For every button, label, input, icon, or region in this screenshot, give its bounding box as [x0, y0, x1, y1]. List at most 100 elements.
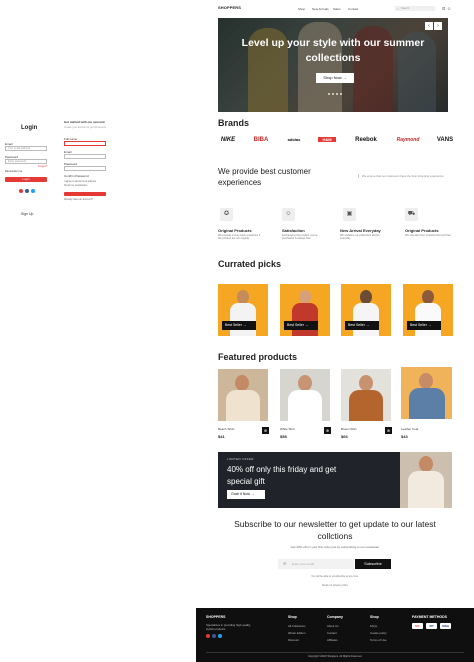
privacy-link[interactable]: Read our privacy policy	[315, 584, 355, 588]
carousel-dot[interactable]	[332, 93, 334, 95]
search-icon: ⌕	[397, 7, 399, 11]
paypal-icon: PP	[426, 623, 437, 629]
facebook-icon[interactable]	[25, 189, 29, 193]
feature-title: New Arrival Everyday	[340, 228, 381, 233]
feature-title: Satisfaction	[282, 228, 305, 233]
best-seller-tag[interactable]: Best Seller →	[345, 321, 379, 330]
carousel-dot[interactable]	[336, 93, 338, 95]
payment-title: PAYMENT METHODS	[412, 615, 448, 619]
feature-title: Original Products	[405, 228, 439, 233]
name-field[interactable]	[64, 141, 106, 146]
login-title: Login	[21, 125, 38, 131]
product-name[interactable]: Brown Shirt	[341, 427, 357, 431]
pick-card[interactable]: Best Seller →	[218, 284, 268, 336]
product-name[interactable]: Leather Coat	[401, 427, 418, 431]
product-image[interactable]	[401, 367, 452, 419]
site-logo[interactable]: SHOPPERS	[218, 5, 241, 10]
smile-icon: ☺	[282, 208, 295, 221]
footer-link[interactable]: Winter Edition	[288, 631, 305, 635]
best-seller-tag[interactable]: Best Seller →	[222, 321, 256, 330]
cart-icon[interactable]: ⊡	[442, 6, 445, 11]
nav-link-new-arrivals[interactable]: New Arrivals	[312, 7, 329, 11]
hero-next-button[interactable]: ›	[434, 22, 442, 30]
pick-card[interactable]: Best Seller →	[341, 284, 391, 336]
product-name[interactable]: Beach Tshirt	[218, 427, 234, 431]
footer-link[interactable]: Affiliates	[327, 638, 338, 642]
brand-vans[interactable]: VANS	[436, 137, 454, 143]
mastercard-icon: MC	[412, 623, 423, 629]
product-price: $58	[280, 434, 287, 439]
nav-link-contact[interactable]: Contact	[348, 7, 358, 11]
add-to-cart-icon[interactable]: ⊕	[385, 427, 392, 434]
brand-nike[interactable]: NIKE	[218, 137, 238, 143]
newsletter-note: You will be able to unsubscribe at any t…	[311, 575, 359, 578]
footer-link[interactable]: About Us	[327, 624, 339, 628]
signup-button[interactable]	[64, 192, 106, 196]
confirm-label: Confirm Password	[64, 174, 89, 178]
brands-title: Brands	[218, 118, 250, 128]
add-to-cart-icon[interactable]: ⊕	[262, 427, 269, 434]
add-to-cart-icon[interactable]: ⊕	[324, 427, 331, 434]
feature-title: Original Products	[218, 228, 252, 233]
footer-link[interactable]: FAQs	[370, 624, 377, 628]
signin-link[interactable]: Already have an account?	[64, 198, 93, 202]
box-icon: ▣	[343, 208, 356, 221]
best-seller-tag[interactable]: Best Seller →	[407, 321, 441, 330]
footer-link[interactable]: Contact	[327, 631, 337, 635]
brand-biba[interactable]: BIBA	[248, 137, 274, 143]
forgot-password-link[interactable]: Forgot?	[38, 165, 47, 168]
twitter-icon[interactable]	[31, 189, 35, 193]
brand-hm[interactable]: H&M	[318, 137, 336, 142]
nav-link-sales[interactable]: Sales	[333, 7, 341, 11]
footer-link[interactable]: Terms of Use	[370, 638, 386, 642]
signup-email-field[interactable]	[64, 154, 106, 159]
twitter-icon[interactable]	[218, 634, 222, 638]
facebook-icon[interactable]	[212, 634, 216, 638]
shop-now-button[interactable]: Shop Now →	[316, 73, 354, 83]
remember-me[interactable]: Remember me	[5, 170, 22, 173]
carousel-dot[interactable]	[340, 93, 342, 95]
login-email-field[interactable]: Your email address	[5, 146, 47, 151]
product-name[interactable]: White Shirt	[280, 427, 295, 431]
hero-title: Level up your style with our summer coll…	[241, 37, 425, 64]
google-icon[interactable]	[19, 189, 23, 193]
signup-password-field[interactable]	[64, 166, 106, 171]
product-image[interactable]	[341, 369, 391, 421]
search-input[interactable]: Search	[395, 6, 435, 11]
product-image[interactable]	[218, 369, 268, 421]
product-price: $41	[218, 434, 225, 439]
brand-reebok[interactable]: Reebok	[350, 137, 382, 143]
offer-banner: LIMITED OFFER 40% off only this friday a…	[218, 452, 452, 508]
carousel-dot[interactable]	[328, 93, 330, 95]
nav-link-shop[interactable]: Shop	[298, 7, 305, 11]
instagram-icon[interactable]	[206, 634, 210, 638]
mail-icon: ✉	[283, 561, 287, 566]
footer: SHOPPERS Specializes in providing high-q…	[196, 608, 474, 662]
newsletter-email-input[interactable]: Enter your email	[278, 559, 354, 569]
feature-desc: We updates our collections almost everyd…	[340, 234, 380, 241]
pick-card[interactable]: Best Seller →	[280, 284, 330, 336]
product-price: $43	[401, 434, 408, 439]
user-icon[interactable]: ☺	[447, 6, 451, 11]
grab-it-button[interactable]: Grab it Now →	[227, 490, 265, 499]
newsletter-checkbox[interactable]: Send me newsletters	[64, 184, 87, 188]
brand-adidas[interactable]: adidas	[284, 137, 304, 142]
best-seller-tag[interactable]: Best Seller →	[284, 321, 318, 330]
hero-prev-button[interactable]: ‹	[425, 22, 433, 30]
hero-banner: Level up your style with our summer coll…	[218, 18, 448, 112]
picks-title: Currated picks	[218, 259, 282, 269]
footer-link[interactable]: Cookie policy	[370, 631, 387, 635]
footer-support-title: Shop	[370, 615, 379, 619]
signup-link[interactable]: Sign Up	[21, 212, 33, 216]
footer-link[interactable]: All Collections	[288, 624, 306, 628]
brand-raymond[interactable]: Raymond	[395, 137, 421, 143]
footer-link[interactable]: Discount	[288, 638, 299, 642]
login-button[interactable]: Login	[5, 177, 47, 182]
newsletter-title: Subscribe to our newsletter to get updat…	[234, 519, 436, 541]
product-price: $66	[341, 434, 348, 439]
login-password-field[interactable]: Enter password	[5, 159, 47, 164]
product-image[interactable]	[280, 369, 330, 421]
subscribe-button[interactable]: Subscribe	[355, 559, 391, 569]
pick-card[interactable]: Best Seller →	[403, 284, 453, 336]
footer-divider	[206, 652, 464, 653]
